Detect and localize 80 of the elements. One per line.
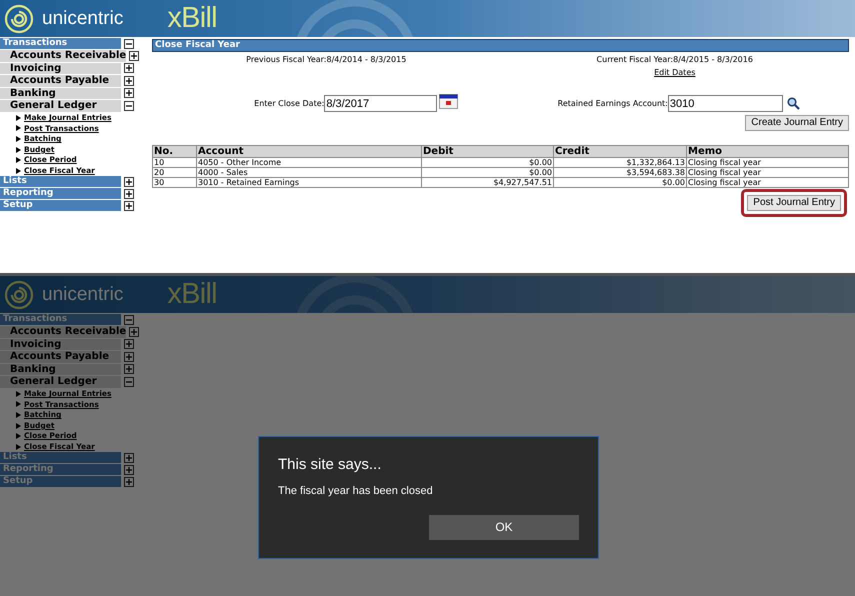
expand-icon[interactable] (128, 50, 139, 61)
sidebar-section[interactable]: Lists (0, 452, 121, 464)
sidebar-section[interactable]: Transactions (0, 38, 121, 49)
date-field[interactable]: 8/3/2017 (324, 95, 438, 112)
bullet-icon (16, 146, 21, 153)
bullet-icon (16, 390, 21, 397)
sidebar-group[interactable]: General Ledger (0, 100, 121, 112)
create-journal-entry-button[interactable]: Create Journal Entry (745, 115, 849, 131)
bullet-icon (16, 412, 21, 418)
table-cell: 4050 - Other Income (196, 158, 422, 168)
table-cell: $1,332,864.13 (554, 158, 686, 168)
product-name: xBill (167, 4, 217, 33)
dialog-title: This site says... (278, 456, 382, 474)
logo-icon (4, 4, 34, 34)
expand-icon[interactable] (124, 176, 134, 187)
table-cell: 4000 - Sales (196, 168, 422, 178)
calendar-icon[interactable] (439, 94, 458, 109)
table-cell: 10 (152, 158, 196, 168)
sidebar-section[interactable]: Setup (0, 476, 121, 488)
bullet-icon (16, 433, 21, 440)
column-header: Credit (554, 146, 686, 158)
table-cell: Closing fiscal year (686, 168, 848, 178)
bullet-icon (16, 125, 21, 132)
edit-dates-link[interactable]: Edit Dates (654, 67, 696, 79)
bullet-icon (16, 157, 21, 164)
ok-button[interactable]: OK (429, 514, 579, 540)
table-cell: $3,594,683.38 (554, 168, 686, 178)
expand-icon[interactable] (124, 63, 134, 74)
sidebar-section[interactable]: Setup (0, 200, 121, 212)
sidebar-section[interactable]: Reporting (0, 188, 121, 200)
logo-icon (4, 280, 34, 310)
table-cell: 3010 - Retained Earnings (196, 178, 422, 188)
expand-icon[interactable] (124, 88, 134, 98)
table-cell: $0.00 (554, 178, 686, 188)
brand-name: unicentric (42, 285, 124, 304)
table-cell: 20 (152, 168, 196, 178)
field-label: Enter Close Date: (254, 98, 324, 110)
field-label: Retained Earnings Account: (558, 98, 668, 110)
brand-name: unicentric (42, 9, 124, 28)
column-header: Debit (422, 146, 554, 158)
dialog-message: The fiscal year has been closed (278, 484, 434, 499)
sidebar-group[interactable]: General Ledger (0, 376, 121, 388)
bullet-icon (16, 114, 21, 121)
table-cell: 30 (152, 178, 196, 188)
bullet-icon (16, 401, 21, 408)
sidebar-section[interactable]: Reporting (0, 464, 121, 476)
table-cell: $4,927,547.51 (422, 178, 554, 188)
column-header: Memo (686, 146, 848, 158)
bullet-icon (16, 168, 21, 174)
sidebar-group[interactable]: Banking (0, 88, 121, 99)
post-journal-entry-button[interactable]: Post Journal Entry (747, 195, 841, 211)
account-field[interactable]: 3010 (668, 95, 783, 112)
table-cell: Closing fiscal year (686, 158, 848, 168)
table-cell: $0.00 (422, 158, 554, 168)
expand-icon[interactable] (124, 200, 134, 211)
sidebar-group[interactable]: Accounts Payable (0, 351, 121, 362)
sidebar-group[interactable]: Accounts Payable (0, 75, 121, 86)
section-title-bar: Close Fiscal Year (152, 39, 849, 52)
bullet-icon (16, 136, 21, 142)
sidebar-group[interactable]: Accounts Receivable (0, 326, 126, 338)
sidebar-group[interactable]: Banking (0, 364, 121, 375)
current-fiscal-year: Current Fiscal Year:8/4/2015 - 8/3/2016 (596, 54, 753, 66)
sidebar-group[interactable]: Invoicing (0, 62, 121, 74)
sidebar-section[interactable]: Transactions (0, 314, 121, 325)
previous-fiscal-year: Previous Fiscal Year:8/4/2014 - 8/3/2015 (245, 54, 408, 66)
sidebar-group[interactable]: Accounts Receivable (0, 50, 126, 62)
product-name: xBill (167, 280, 217, 309)
table-cell: Closing fiscal year (686, 178, 848, 188)
collapse-icon[interactable] (124, 100, 134, 111)
collapse-icon[interactable] (124, 38, 134, 48)
sidebar-section[interactable]: Lists (0, 176, 121, 188)
table-cell: $0.00 (422, 168, 554, 178)
sidebar-group[interactable]: Invoicing (0, 338, 121, 350)
bullet-icon (16, 422, 21, 429)
column-header: No. (152, 146, 196, 158)
bullet-icon (16, 444, 21, 450)
expand-icon[interactable] (124, 188, 134, 199)
column-header: Account (196, 146, 422, 158)
expand-icon[interactable] (124, 76, 134, 86)
search-icon[interactable] (786, 97, 800, 110)
